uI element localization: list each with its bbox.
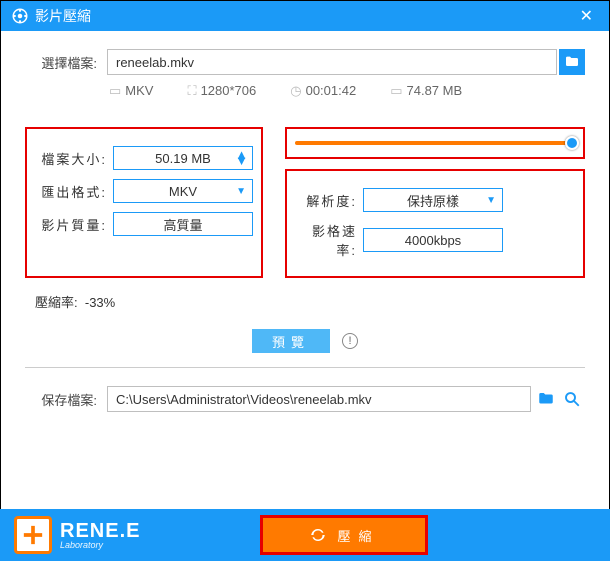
settings-left-panel: 檔案大小: 50.19 MB ▲▼ 匯出格式: MKV ▼ 影片質量: 高質量 [25,127,263,278]
refresh-icon [309,526,327,544]
file-select-input[interactable] [107,49,557,75]
chevron-down-icon: ▼ [486,195,496,206]
quality-select[interactable]: 高質量 [113,212,253,236]
bitrate-label: 影格速率: [295,221,357,259]
app-icon [11,7,29,25]
meta-format: MKV [125,83,153,98]
footer: RENE.E Laboratory 壓縮 [0,509,610,561]
settings-right-panel: 解析度: 保持原樣 ▼ 影格速率: 4000kbps [285,169,585,278]
save-label: 保存檔案: [25,390,97,409]
slider-track [295,141,575,145]
meta-resolution: 1280*706 [201,83,257,98]
outformat-select[interactable]: MKV ▼ [113,179,253,203]
close-icon[interactable]: ✕ [574,6,599,26]
open-folder-button[interactable] [559,386,585,412]
resolution-label: 解析度: [295,191,357,210]
slider-thumb[interactable] [565,136,579,150]
titlebar: 影片壓縮 ✕ [1,1,609,31]
quality-label: 影片質量: [35,215,107,234]
brand-logo: RENE.E Laboratory [14,516,140,554]
meta-size: 74.87 MB [407,83,463,98]
duration-icon: ◷ [290,83,301,98]
bitrate-select[interactable]: 4000kbps [363,228,503,252]
browse-save-button[interactable] [533,386,559,412]
brand-sub: Laboratory [60,541,140,550]
filesize-stepper[interactable]: 50.19 MB ▲▼ [113,146,253,170]
format-icon: ▭ [109,83,121,98]
file-meta: ▭ MKV ⛶ 1280*706 ◷ 00:01:42 ▭ 74.87 MB [109,83,585,99]
browse-file-button[interactable] [559,49,585,75]
divider [25,367,585,368]
size-icon: ▭ [390,83,402,98]
spinner-icon[interactable]: ▲▼ [235,152,248,164]
brand-name: RENE.E [60,521,140,541]
meta-duration: 00:01:42 [306,83,357,98]
resolution-select[interactable]: 保持原樣 ▼ [363,188,503,212]
size-slider[interactable] [285,127,585,159]
outformat-label: 匯出格式: [35,182,107,201]
logo-icon [14,516,52,554]
info-icon[interactable]: ! [342,333,358,349]
preview-button[interactable]: 預覽 [252,329,330,353]
compress-button[interactable]: 壓縮 [260,515,428,555]
window-title: 影片壓縮 [35,6,574,26]
resolution-icon: ⛶ [187,83,196,98]
save-path-input[interactable] [107,386,531,412]
filesize-label: 檔案大小: [35,149,107,168]
compress-ratio: 壓縮率: -33% [35,292,585,311]
chevron-down-icon: ▼ [236,186,246,197]
file-select-label: 選擇檔案: [25,53,97,72]
